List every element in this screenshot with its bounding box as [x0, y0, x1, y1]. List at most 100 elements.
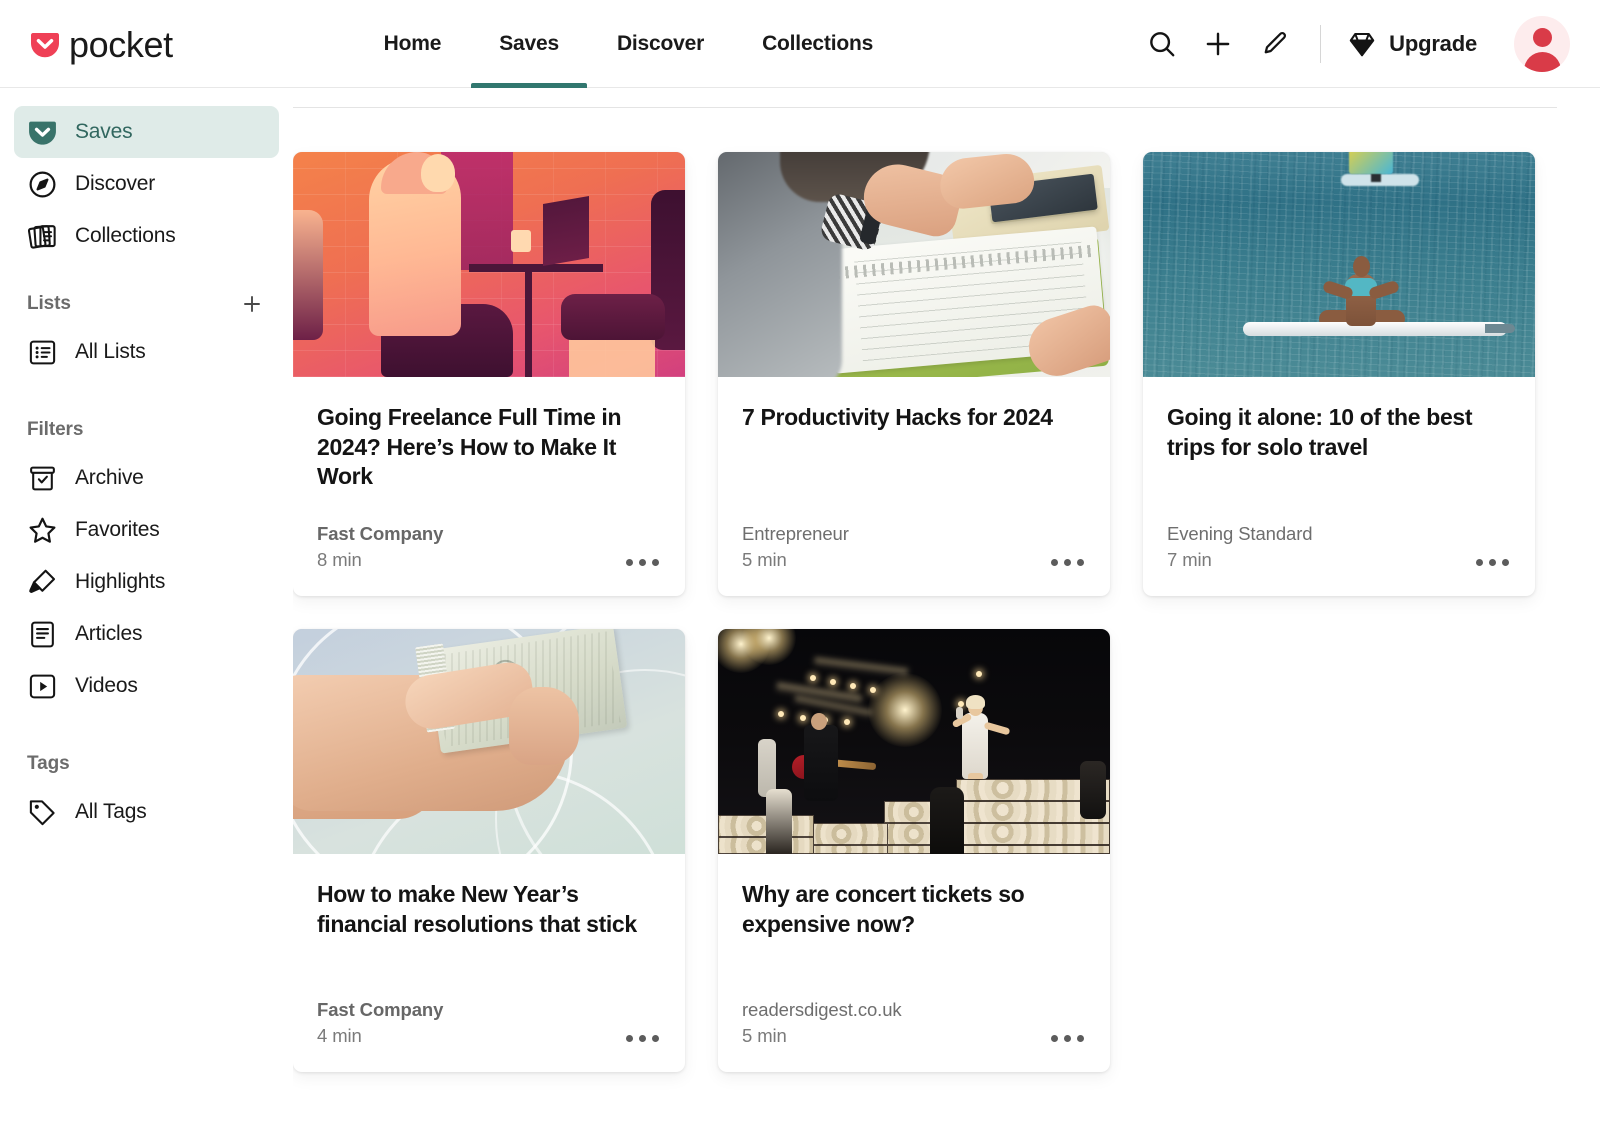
app-shell: Saves Discover Collections Lists: [0, 88, 1600, 1121]
edit-button[interactable]: [1246, 16, 1302, 72]
thumbnail-image-freelance: [293, 152, 685, 377]
pocket-shield-icon: [30, 29, 60, 59]
saves-content: Going Freelance Full Time in 2024? Here’…: [293, 88, 1600, 1121]
nav-tab-saves[interactable]: Saves: [470, 0, 588, 88]
sidebar-item-highlights[interactable]: Highlights: [14, 556, 279, 608]
cards-stack-icon: [27, 221, 58, 252]
add-item-button[interactable]: [1190, 16, 1246, 72]
plus-icon: [240, 292, 264, 316]
sidebar-item-favorites[interactable]: Favorites: [14, 504, 279, 556]
upgrade-label: Upgrade: [1389, 31, 1477, 57]
sidebar-item-collections[interactable]: Collections: [14, 210, 279, 262]
sidebar-item-articles[interactable]: Articles: [14, 608, 279, 660]
card-source: Evening Standard: [1167, 522, 1312, 546]
top-bar-actions: Upgrade: [1134, 0, 1600, 88]
card-thumbnail: [718, 629, 1110, 854]
archive-icon: [27, 463, 58, 494]
sidebar-section-tags: Tags: [14, 742, 279, 786]
card-read-time: 7 min: [1167, 548, 1312, 572]
card-more-menu-button[interactable]: [1041, 549, 1086, 572]
article-icon: [27, 619, 58, 650]
sidebar-item-archive[interactable]: Archive: [14, 452, 279, 504]
sidebar-item-saves-label: Saves: [75, 120, 132, 144]
card-source: Fast Company: [317, 998, 443, 1022]
nav-tab-home[interactable]: Home: [355, 0, 471, 88]
thumbnail-image-concert-tickets: [718, 629, 1110, 854]
card-title: How to make New Year’s financial resolut…: [317, 880, 661, 939]
card-read-time: 4 min: [317, 1024, 443, 1048]
ellipsis-icon: [1051, 1035, 1058, 1042]
account-avatar[interactable]: [1514, 16, 1570, 72]
card-source: Entrepreneur: [742, 522, 849, 546]
plus-icon: [1202, 28, 1234, 60]
sidebar-item-all-tags-label: All Tags: [75, 800, 147, 824]
card-meta: Evening Standard 7 min: [1167, 522, 1312, 572]
saves-card-grid: Going Freelance Full Time in 2024? Here’…: [293, 108, 1600, 1072]
sidebar-item-all-tags[interactable]: All Tags: [14, 786, 279, 838]
thumbnail-image-productivity: [718, 152, 1110, 377]
card-thumbnail: [293, 152, 685, 377]
card-footer: Evening Standard 7 min: [1143, 522, 1535, 596]
thumbnail-image-financial-resolutions: [293, 629, 685, 854]
card-source: readersdigest.co.uk: [742, 998, 902, 1022]
sidebar-item-all-lists-label: All Lists: [75, 340, 146, 364]
card-meta: Entrepreneur 5 min: [742, 522, 849, 572]
tag-icon: [27, 797, 58, 828]
card-title: Going Freelance Full Time in 2024? Here’…: [317, 403, 661, 492]
sidebar-section-lists: Lists: [14, 282, 279, 326]
brand-wordmark: pocket: [69, 27, 173, 63]
nav-tab-collections[interactable]: Collections: [733, 0, 902, 88]
thumbnail-image-solo-travel: [1143, 152, 1535, 377]
card-footer: Fast Company 8 min: [293, 522, 685, 596]
list-icon: [27, 337, 58, 368]
sidebar-item-discover[interactable]: Discover: [14, 158, 279, 210]
upgrade-button[interactable]: Upgrade: [1343, 23, 1481, 65]
sidebar-item-saves[interactable]: Saves: [14, 106, 279, 158]
sidebar-item-discover-label: Discover: [75, 172, 155, 196]
sidebar-item-all-lists[interactable]: All Lists: [14, 326, 279, 378]
ellipsis-icon: [626, 1035, 633, 1042]
card-footer: Entrepreneur 5 min: [718, 522, 1110, 596]
search-icon: [1146, 28, 1178, 60]
card-thumbnail: [718, 152, 1110, 377]
card-read-time: 8 min: [317, 548, 443, 572]
card-title: 7 Productivity Hacks for 2024: [742, 403, 1086, 433]
card-more-menu-button[interactable]: [1466, 549, 1511, 572]
save-card[interactable]: Why are concert tickets so expensive now…: [718, 629, 1110, 1072]
save-card[interactable]: 7 Productivity Hacks for 2024 Entreprene…: [718, 152, 1110, 596]
star-icon: [27, 515, 58, 546]
search-button[interactable]: [1134, 16, 1190, 72]
add-list-button[interactable]: [239, 291, 265, 317]
card-meta: readersdigest.co.uk 5 min: [742, 998, 902, 1048]
card-read-time: 5 min: [742, 548, 849, 572]
card-more-menu-button[interactable]: [616, 1025, 661, 1048]
nav-tab-collections-label: Collections: [762, 32, 873, 56]
diamond-icon: [1347, 29, 1377, 59]
spacer-tags: [0, 712, 293, 742]
compass-icon: [27, 169, 58, 200]
video-icon: [27, 671, 58, 702]
sidebar-item-articles-label: Articles: [75, 622, 142, 646]
sidebar-item-videos[interactable]: Videos: [14, 660, 279, 712]
save-card[interactable]: Going Freelance Full Time in 2024? Here’…: [293, 152, 685, 596]
highlighter-icon: [27, 567, 58, 598]
avatar-icon: [1533, 28, 1552, 47]
card-meta: Fast Company 8 min: [317, 522, 443, 572]
card-more-menu-button[interactable]: [1041, 1025, 1086, 1048]
toolbar-divider: [1320, 25, 1321, 63]
nav-tab-discover[interactable]: Discover: [588, 0, 733, 88]
sidebar-item-collections-label: Collections: [75, 224, 176, 248]
save-card[interactable]: Going it alone: 10 of the best trips for…: [1143, 152, 1535, 596]
brand-logo-link[interactable]: pocket: [30, 0, 173, 88]
ellipsis-icon: [1476, 559, 1483, 566]
ellipsis-icon: [626, 559, 633, 566]
card-source: Fast Company: [317, 522, 443, 546]
save-card[interactable]: How to make New Year’s financial resolut…: [293, 629, 685, 1072]
card-body: Going Freelance Full Time in 2024? Here’…: [293, 377, 685, 522]
spacer-filters: [0, 378, 293, 408]
sidebar-item-videos-label: Videos: [75, 674, 138, 698]
card-more-menu-button[interactable]: [616, 549, 661, 572]
nav-tab-discover-label: Discover: [617, 32, 704, 56]
card-title: Going it alone: 10 of the best trips for…: [1167, 403, 1511, 462]
pocket-shield-icon: [27, 117, 58, 148]
